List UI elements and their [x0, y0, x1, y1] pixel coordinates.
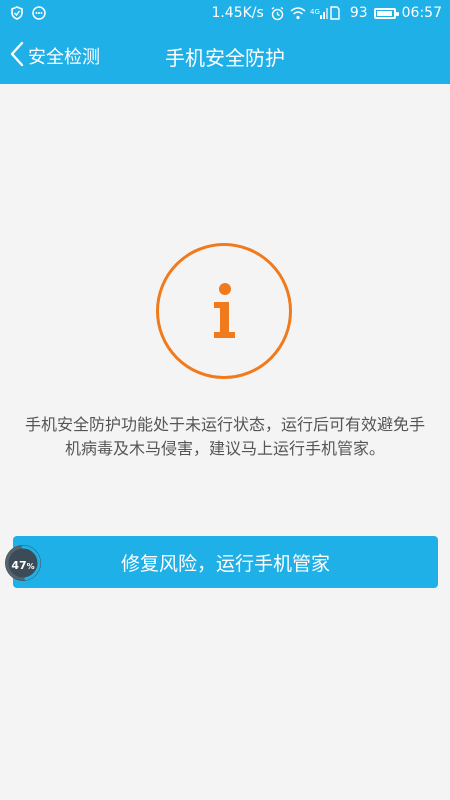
- warning-message: 手机安全防护功能处于未运行状态，运行后可有效避免手机病毒及木马侵害，建议马上运行…: [24, 415, 425, 458]
- signal-4g-icon: 4G: [310, 6, 328, 20]
- svg-text:4G: 4G: [310, 8, 320, 16]
- status-bar: 1.45K/s 4G 93 06:57: [0, 0, 450, 28]
- progress-value: 47: [11, 558, 27, 572]
- sim-icon: [330, 6, 344, 20]
- progress-indicator[interactable]: 47%: [5, 545, 41, 581]
- title-bar: 安全检测 手机安全防护: [0, 28, 450, 84]
- repair-run-button[interactable]: 修复风险，运行手机管家: [13, 536, 438, 588]
- alarm-clock-icon: [270, 6, 284, 21]
- info-icon: [156, 243, 292, 379]
- page-title: 手机安全防护: [165, 46, 285, 70]
- wifi-icon: [290, 6, 306, 20]
- message-bubble-icon: [32, 6, 46, 20]
- progress-unit: %: [26, 561, 35, 571]
- battery-percent: 93: [349, 5, 368, 21]
- security-shield-icon: [10, 6, 24, 20]
- battery-icon: [373, 7, 399, 19]
- clock-time: 06:57: [401, 5, 442, 21]
- network-speed: 1.45K/s: [211, 5, 264, 21]
